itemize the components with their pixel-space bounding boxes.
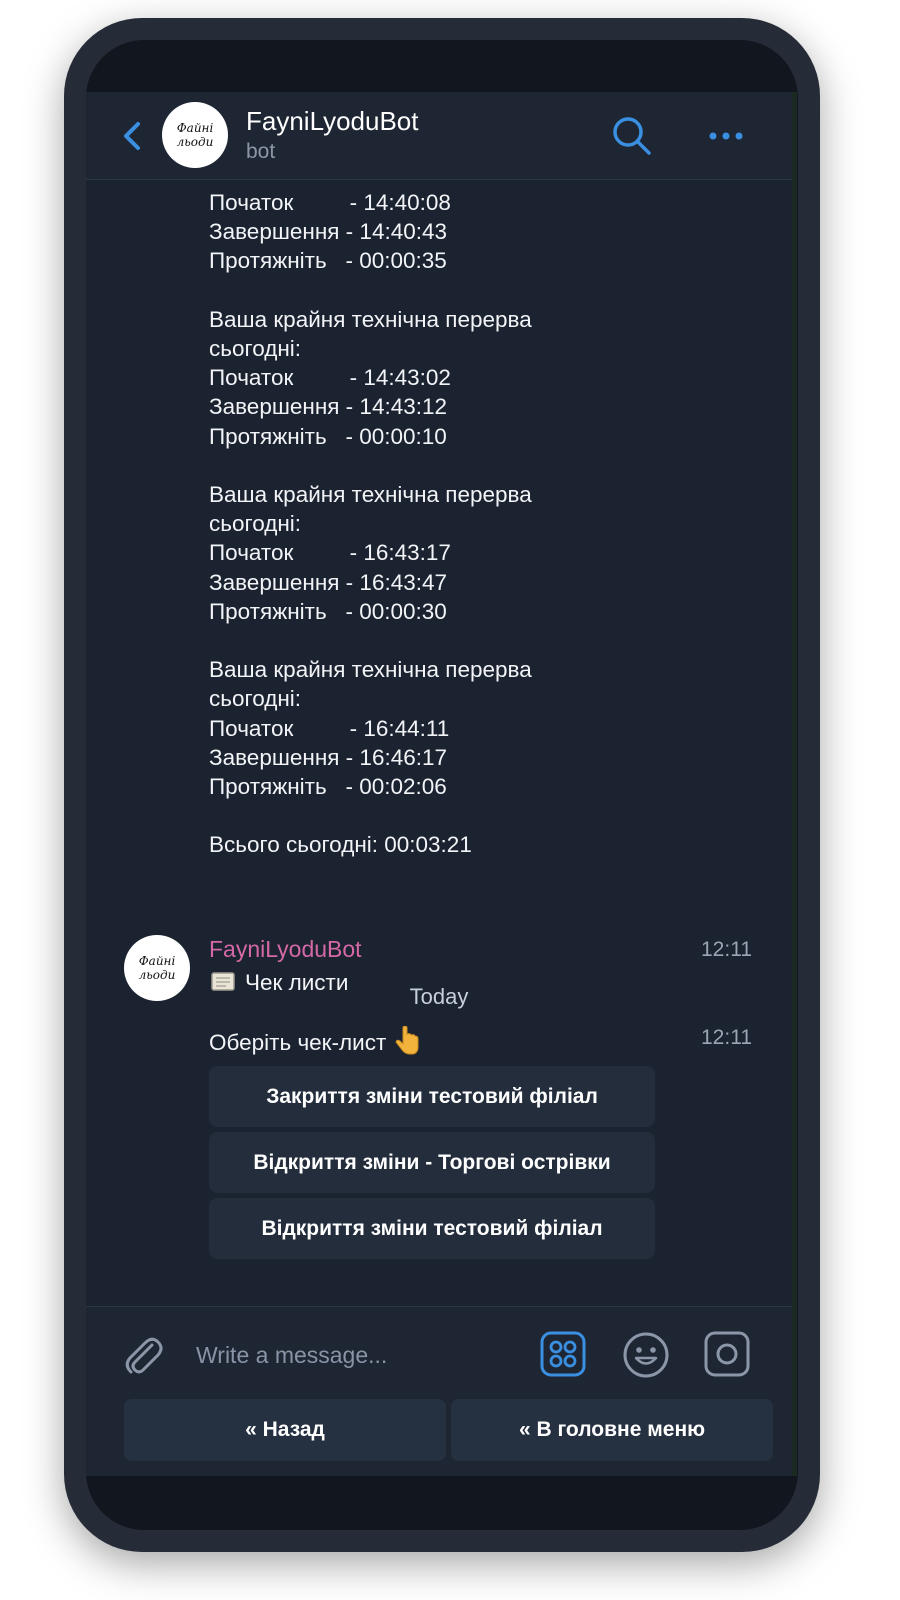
camera-icon <box>704 1331 750 1377</box>
scroll-icon <box>211 972 235 991</box>
search-icon <box>613 117 651 155</box>
more-button[interactable] <box>706 122 746 150</box>
telegram-chat-screen: Файні льоди FayniLyoduBot bot Початок - … <box>86 92 792 1476</box>
chat-title[interactable]: FayniLyoduBot <box>246 106 418 137</box>
svg-text:льоди: льоди <box>139 968 176 982</box>
message-text: Оберіть чек-лист <box>209 1030 387 1055</box>
inline-button-open-shift-test[interactable]: Відкриття зміни тестовий філіал <box>209 1198 655 1259</box>
search-button[interactable] <box>610 114 654 158</box>
sender-avatar[interactable]: Файні льоди <box>124 935 190 1001</box>
message-list[interactable]: Початок - 14:40:08 Завершення - 14:40:43… <box>86 180 792 1306</box>
message-text: Чек листи <box>245 970 349 995</box>
keyboard-button-back[interactable]: « Назад <box>124 1399 446 1461</box>
message-input[interactable] <box>196 1335 526 1375</box>
svg-text:Файні: Файні <box>177 121 214 135</box>
chat-header: Файні льоди FayniLyoduBot bot <box>86 92 792 180</box>
composer: « Назад « В головне меню <box>86 1306 792 1476</box>
inline-button-close-shift-test[interactable]: Закриття зміни тестовий філіал <box>209 1066 655 1127</box>
back-arrow-icon <box>124 122 140 150</box>
bot-avatar[interactable]: Файні льоди <box>162 102 228 168</box>
logo-icon: Файні льоди <box>139 954 176 982</box>
message-choose-checklist: Оберіть чек-лист <box>209 1026 420 1056</box>
attach-button[interactable] <box>122 1333 166 1379</box>
paperclip-icon <box>125 1337 163 1374</box>
emoji-button[interactable] <box>622 1331 670 1379</box>
previous-message-text: Початок - 14:40:08 Завершення - 14:40:43… <box>209 190 532 858</box>
svg-text:Файні: Файні <box>139 954 176 968</box>
day-separator: Today <box>409 984 469 1009</box>
inline-button-open-shift-kiosks[interactable]: Відкриття зміни - Торгові острівки <box>209 1132 655 1193</box>
bot-commands-icon <box>540 1331 586 1377</box>
camera-button[interactable] <box>704 1331 750 1377</box>
keyboard-button-main-menu[interactable]: « В головне меню <box>451 1399 773 1461</box>
bot-commands-button[interactable] <box>540 1331 586 1377</box>
back-button[interactable] <box>116 116 148 156</box>
chat-status: bot <box>246 140 276 163</box>
svg-text:льоди: льоди <box>177 135 214 149</box>
message-checklists: Чек листи <box>209 970 348 996</box>
sender-name[interactable]: FayniLyoduBot <box>209 936 362 963</box>
message-time: 12:11 <box>701 1026 752 1049</box>
message-time: 12:11 <box>701 938 752 961</box>
pointing-down-icon <box>395 1026 419 1055</box>
emoji-icon <box>623 1332 669 1378</box>
logo-icon: Файні льоди <box>177 121 214 149</box>
more-icon <box>709 132 743 140</box>
